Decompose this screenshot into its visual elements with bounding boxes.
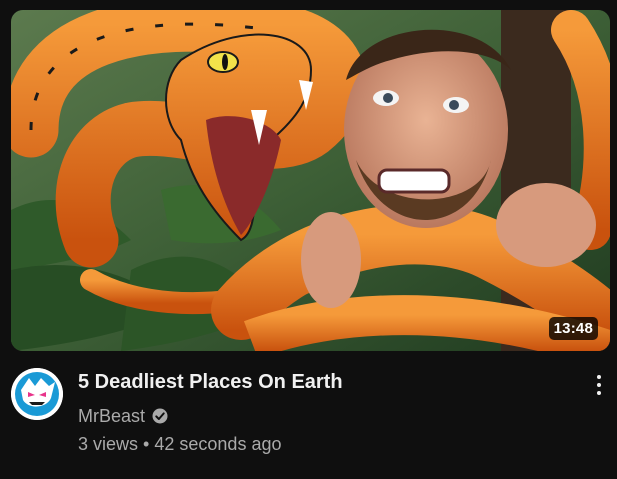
upload-age: 42 seconds ago (154, 434, 282, 454)
video-thumbnail[interactable]: 13:48 (11, 10, 610, 351)
verified-check-icon (152, 408, 168, 424)
video-details: 5 Deadliest Places On Earth MrBeast 3 vi… (0, 351, 617, 479)
more-vertical-icon[interactable] (589, 371, 609, 399)
channel-name[interactable]: MrBeast (78, 405, 145, 427)
video-card[interactable]: 13:48 5 Deadliest Places On Earth MrBeas… (0, 0, 617, 479)
video-title[interactable]: 5 Deadliest Places On Earth (78, 370, 343, 394)
channel-row: MrBeast (78, 405, 169, 427)
channel-avatar[interactable] (11, 368, 63, 420)
beast-logo-icon (11, 368, 63, 420)
view-count: 3 views (78, 434, 139, 454)
stats-separator: • (143, 434, 150, 454)
duration-badge: 13:48 (548, 317, 598, 340)
video-stats: 3 views • 42 seconds ago (78, 433, 281, 455)
thumbnail-image (11, 10, 610, 351)
